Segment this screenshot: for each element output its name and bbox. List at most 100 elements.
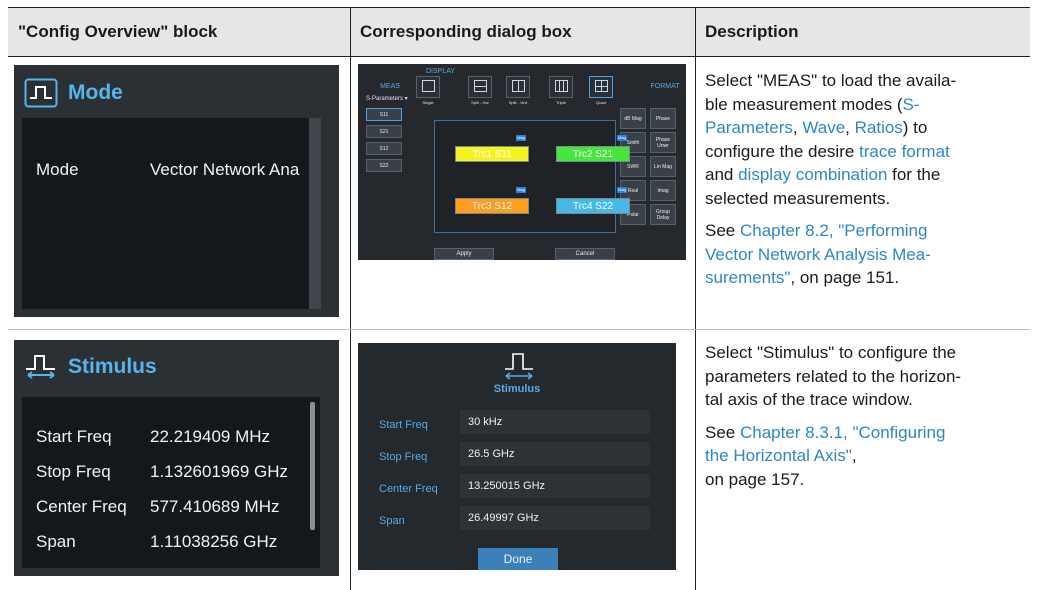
link-s-parameters[interactable]: S- [902,95,919,114]
trace-1[interactable]: Trc1 S11 [455,146,529,162]
stimulus-field-label: Center Freq [379,483,438,495]
stimulus-field-input[interactable]: 26.49997 GHz [460,506,650,530]
display-layout-label: Split - Vert [508,100,528,105]
layout-icon-divider [475,86,486,87]
mode-icon [24,78,58,108]
desc-text: parameters related to the horizon- [705,366,962,386]
meas-item-s21[interactable]: S21 [366,125,402,138]
display-layout-button[interactable] [589,76,613,98]
layout-icon [555,80,568,92]
stimulus-see-also-paragraph: See Chapter 8.3.1, "Configuring the Hori… [705,421,1025,492]
stimulus-dialog-icon [505,353,533,380]
mode-value: Vector Network Ana [150,160,300,179]
column-divider [350,7,351,590]
display-layout-button[interactable] [468,76,492,98]
link-chapter-8-3-1[interactable]: the Horizontal Axis" [705,446,852,465]
meas-item-s22[interactable]: S22 [366,159,402,172]
stimulus-description-paragraph: Select "Stimulus" to configure the param… [705,341,1025,412]
stimulus-description: Select "Stimulus" to configure the param… [705,341,1025,500]
link-chapter-8-2[interactable]: surements" [705,268,790,287]
header-config-overview: "Config Overview" block [18,22,218,41]
display-layout-button[interactable] [506,76,530,98]
stimulus-panel-scrollbar[interactable] [310,402,315,530]
done-button[interactable]: Done [478,548,558,570]
desc-text: See [705,422,740,442]
config-table: "Config Overview" block Corresponding di… [8,7,1030,590]
display-layout-button[interactable] [416,76,440,98]
desc-text: , [845,118,855,137]
mode-panel-scrollbar[interactable] [309,118,321,309]
format-button[interactable]: dB Mag [620,108,646,129]
format-button[interactable]: Phase [650,108,676,129]
mag-badge: Mag [516,135,526,141]
format-button[interactable]: Group Delay [650,204,676,225]
desc-text: selected measurements. [705,188,891,208]
apply-button[interactable]: Apply [434,248,494,260]
desc-text: ble measurement modes ( [705,94,903,114]
format-button[interactable]: Imag [650,180,676,201]
trace-4[interactable]: Trc4 S22 [556,198,630,214]
desc-text: for the [887,165,941,184]
layout-icon [422,80,435,92]
format-button[interactable]: Phase Unwr [650,132,676,153]
format-button[interactable]: Lin Mag [650,156,676,177]
meas-item-s12[interactable]: S12 [366,142,402,155]
stimulus-config-panel[interactable]: Stimulus Start Freq 22.219409 MHz Stop Fre… [14,340,339,576]
meas-item-s11[interactable]: S11 [366,108,402,121]
trace-2[interactable]: Trc2 S21 [556,146,630,162]
link-display-combination[interactable]: display combination [738,165,887,184]
desc-text: Select "MEAS" to load the availa- [705,71,957,90]
stimulus-row-label: Center Freq [36,497,127,516]
stimulus-field-input[interactable]: 26.5 GHz [460,442,650,466]
mode-see-also-paragraph: See Chapter 8.2, "Performing Vector Netw… [705,219,1025,290]
link-trace-format[interactable]: trace format [859,142,950,161]
display-layout-label: Triple [556,100,566,105]
stimulus-row-value: 1.11038256 GHz [150,532,278,551]
layout-icon-divider [563,81,564,91]
header-dialog-box: Corresponding dialog box [360,22,572,41]
trace-3[interactable]: Trc3 S12 [455,198,529,214]
link-chapter-8-2[interactable]: Vector Network Analysis Mea- [705,245,931,264]
stimulus-panel-title: Stimulus [68,355,157,378]
mag-badge: Mag [617,135,627,141]
link-wave[interactable]: Wave [802,118,845,137]
layout-icon-divider [559,81,560,91]
layout-icon [595,80,608,92]
desc-text: tal axis of the trace window. [705,390,913,409]
format-section-label: FORMAT [650,83,680,90]
mode-panel-content [22,118,309,309]
mode-description: Select "MEAS" to load the availa- ble me… [705,69,1025,299]
display-section-label: DISPLAY [426,68,456,75]
stimulus-row-label: Span [36,532,76,551]
layout-icon [474,80,487,92]
layout-icon [512,80,525,92]
desc-text: , [851,446,857,465]
table-header: "Config Overview" block Corresponding di… [8,7,1030,57]
mode-label: Mode [36,160,79,179]
column-divider [695,7,696,590]
desc-text: and [705,165,739,184]
stimulus-field-input[interactable]: 30 kHz [460,410,650,434]
stimulus-field-input[interactable]: 13.250015 GHz [460,474,650,498]
meas-type-dropdown[interactable]: S-Parameters ▾ [366,95,408,102]
meas-display-dialog: DISPLAY MEAS FORMAT S-Parameters ▾ Singl… [358,64,686,260]
header-description: Description [705,22,799,41]
link-s-parameters[interactable]: Parameters [705,118,793,137]
stimulus-icon [26,355,55,379]
row-divider [8,329,1030,330]
stimulus-row-label: Start Freq [36,427,112,446]
display-layout-label: Quad [596,100,606,105]
link-chapter-8-3-1[interactable]: Chapter 8.3.1, "Configuring [740,423,945,442]
stimulus-dialog-title: Stimulus [493,383,541,395]
cancel-button[interactable]: Cancel [555,248,615,260]
display-layout-button[interactable] [549,76,573,98]
desc-text: on page 157. [705,469,805,489]
mode-config-panel[interactable]: Mode Mode Vector Network Ana [14,65,339,317]
stimulus-row-value: 1.132601969 GHz [150,462,288,481]
layout-icon-divider [596,86,607,87]
link-ratios[interactable]: Ratios [855,118,903,137]
layout-icon-divider [518,81,519,91]
mode-description-paragraph: Select "MEAS" to load the availa- ble me… [705,69,1025,210]
link-chapter-8-2[interactable]: Chapter 8.2, "Performing [740,221,927,240]
stimulus-row-value: 577.410689 MHz [150,497,280,516]
